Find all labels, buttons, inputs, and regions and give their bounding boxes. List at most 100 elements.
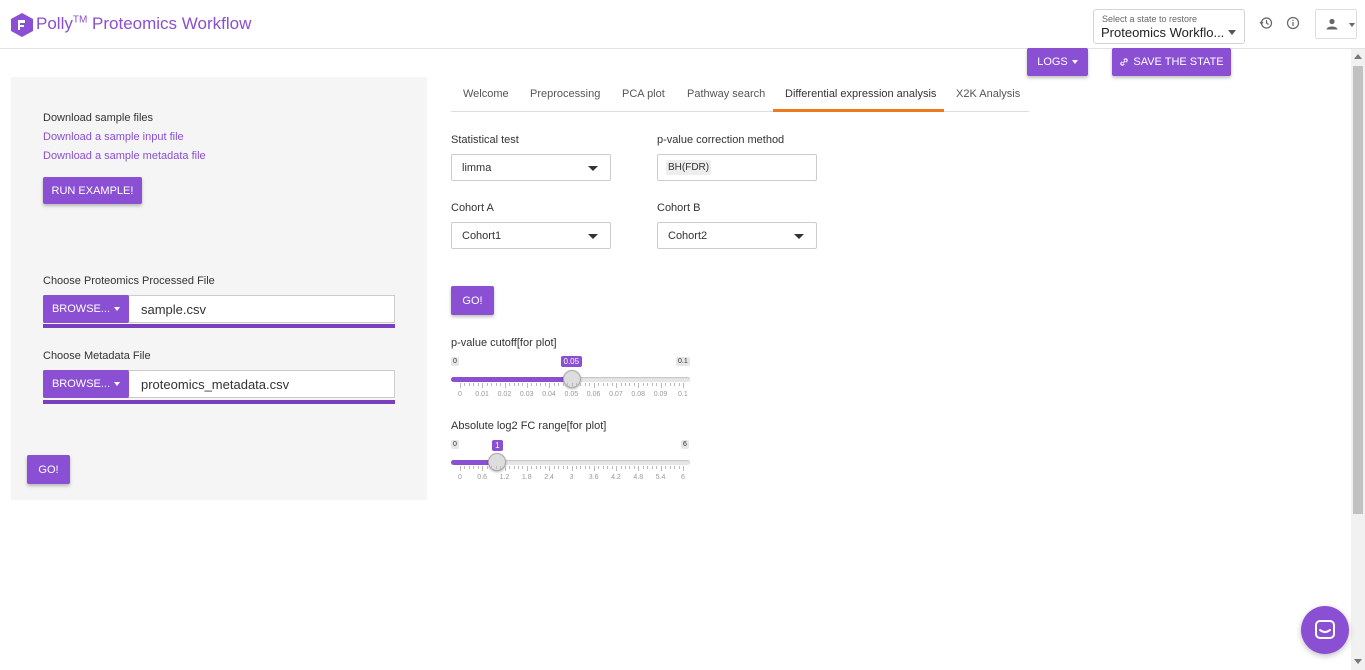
pval-tick-mark: [660, 383, 662, 388]
fc-minor-tick: [575, 466, 577, 469]
pval-minor-tick: [580, 383, 582, 386]
metadata-browse-button[interactable]: BROWSE...: [43, 370, 129, 398]
fc-minor-tick: [567, 466, 569, 469]
pval-tick-label: 0: [458, 391, 462, 398]
tab-pathway-search[interactable]: Pathway search: [687, 88, 765, 100]
fc-minor-tick: [464, 466, 466, 469]
fc-minor-tick: [656, 466, 658, 469]
fc-minor-tick: [598, 466, 600, 469]
pval-tick-mark: [593, 383, 595, 388]
tab-differential-expression[interactable]: Differential expression analysis: [785, 88, 936, 100]
pval-minor-tick: [558, 383, 560, 386]
fc-tick-label: 4.2: [611, 474, 621, 481]
scroll-up-icon[interactable]: [1354, 54, 1362, 59]
caret-down-icon: [114, 382, 121, 386]
metadata-upload-progress: [43, 400, 395, 404]
link-icon: [1120, 58, 1129, 66]
pval-minor-tick: [625, 383, 627, 386]
tab-welcome[interactable]: Welcome: [463, 88, 509, 100]
info-icon[interactable]: [1286, 16, 1300, 30]
pval-minor-tick: [611, 383, 613, 386]
fc-tick-label: 0: [458, 474, 462, 481]
download-input-link[interactable]: Download a sample input file: [43, 131, 184, 143]
processed-file-input[interactable]: BROWSE... sample.csv: [43, 295, 395, 323]
cohort-b-value: Cohort2: [668, 230, 708, 242]
fc-slider-label: Absolute log2 FC range[for plot]: [451, 420, 607, 432]
run-example-button[interactable]: RUN EXAMPLE!: [43, 177, 142, 204]
pval-minor-tick: [642, 383, 644, 386]
pval-tick-mark: [504, 383, 506, 388]
fc-minor-tick: [562, 466, 564, 469]
caret-down-icon: [114, 307, 121, 311]
pval-minor-tick: [517, 383, 519, 386]
save-state-button[interactable]: SAVE THE STATE: [1112, 48, 1231, 76]
pcorr-value-tag[interactable]: BH(FDR): [666, 160, 712, 175]
fc-slider-max: 6: [681, 440, 689, 449]
pval-minor-tick: [602, 383, 604, 386]
scrollbar-thumb[interactable]: [1353, 66, 1363, 514]
pval-minor-tick: [491, 383, 493, 386]
pval-minor-tick: [674, 383, 676, 386]
pval-tick-label: 0.09: [653, 391, 668, 398]
fc-minor-tick: [589, 466, 591, 469]
pcorr-select[interactable]: BH(FDR): [657, 154, 817, 181]
pval-minor-tick: [575, 383, 577, 386]
fc-tick-mark: [482, 466, 484, 471]
pval-minor-tick: [651, 383, 653, 386]
fc-slider-min: 0: [451, 440, 459, 449]
processed-upload-progress: [43, 324, 395, 328]
brand-name: Polly: [36, 14, 73, 33]
tab-pca-plot[interactable]: PCA plot: [622, 88, 665, 100]
cohort-b-select[interactable]: Cohort2: [657, 222, 817, 249]
metadata-file-input[interactable]: BROWSE... proteomics_metadata.csv: [43, 370, 395, 398]
tab-x2k-analysis[interactable]: X2K Analysis: [956, 88, 1020, 100]
fc-minor-tick: [495, 466, 497, 469]
fc-minor-tick: [477, 466, 479, 469]
pval-tick-mark: [638, 383, 640, 388]
pval-slider-min: 0: [451, 357, 459, 366]
pval-minor-tick: [562, 383, 564, 386]
fc-minor-tick: [633, 466, 635, 469]
state-select-label: Select a state to restore: [1102, 14, 1198, 24]
page-scrollbar[interactable]: [1351, 49, 1365, 670]
dea-go-button[interactable]: GO!: [451, 286, 494, 315]
fc-minor-tick: [669, 466, 671, 469]
pval-minor-tick: [584, 383, 586, 386]
pval-minor-tick: [620, 383, 622, 386]
chat-icon: [1315, 620, 1335, 639]
tab-preprocessing[interactable]: Preprocessing: [530, 88, 600, 100]
pval-minor-tick: [531, 383, 533, 386]
scroll-down-icon[interactable]: [1354, 659, 1362, 664]
state-select-value: Proteomics Workflo...: [1101, 25, 1225, 40]
fc-tick-label: 1.8: [521, 474, 532, 481]
trademark: TM: [72, 14, 88, 26]
cohort-a-label: Cohort A: [451, 202, 494, 214]
download-metadata-link[interactable]: Download a sample metadata file: [43, 150, 206, 162]
pval-minor-tick: [553, 383, 555, 386]
pval-tick-mark: [460, 383, 461, 388]
pval-minor-tick: [678, 383, 680, 386]
fc-minor-tick: [584, 466, 586, 469]
app-title: PollyTM Proteomics Workflow: [36, 14, 251, 34]
chat-launcher-button[interactable]: [1301, 606, 1349, 654]
active-tab-indicator: [773, 109, 944, 112]
user-menu-button[interactable]: [1315, 9, 1357, 39]
pval-tick-label: 0.04: [542, 391, 556, 398]
cohort-a-select[interactable]: Cohort1: [451, 222, 611, 249]
fc-minor-tick: [473, 466, 475, 469]
sidebar-go-button[interactable]: GO!: [27, 455, 70, 484]
browse-label: BROWSE...: [51, 303, 111, 315]
pval-minor-tick: [669, 383, 671, 386]
pval-minor-tick: [598, 383, 600, 386]
fc-minor-tick: [517, 466, 519, 469]
browse-label: BROWSE...: [51, 378, 111, 390]
history-icon[interactable]: [1259, 16, 1273, 30]
stat-test-select[interactable]: limma: [451, 154, 611, 181]
processed-browse-button[interactable]: BROWSE...: [43, 295, 129, 323]
logs-button[interactable]: LOGS: [1027, 48, 1088, 76]
state-restore-select[interactable]: Select a state to restore Proteomics Wor…: [1093, 9, 1245, 44]
pval-minor-tick: [468, 383, 470, 386]
pval-tick-label: 0.01: [475, 391, 489, 398]
processed-file-label: Choose Proteomics Processed File: [43, 275, 215, 287]
pval-minor-tick: [495, 383, 497, 386]
